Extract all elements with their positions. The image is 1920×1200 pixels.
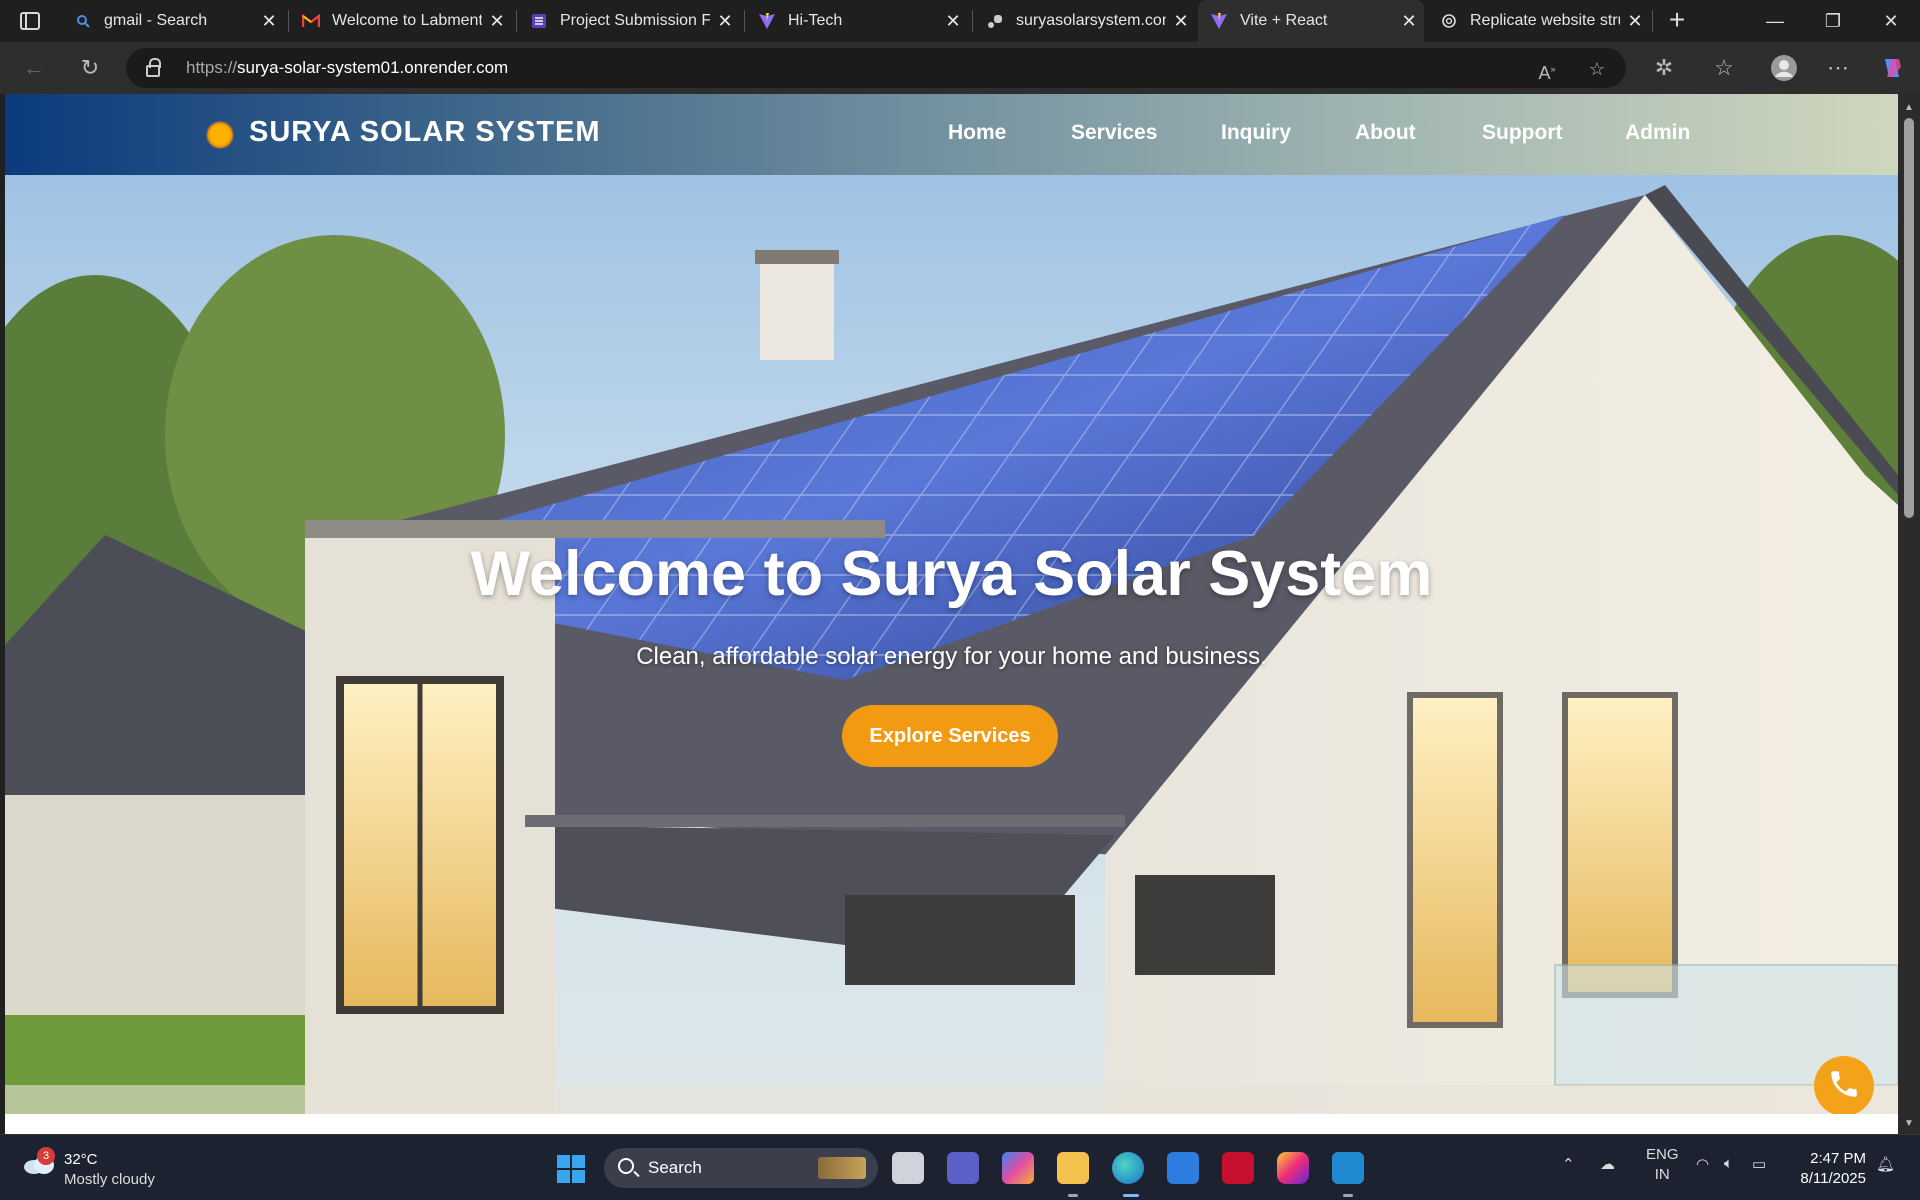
tab-vite-react[interactable]: Vite + React ✕ <box>1198 0 1424 42</box>
tab-title: suryasolarsystem.com <box>1016 12 1166 29</box>
render-icon <box>986 12 1004 30</box>
file-explorer-running-indicator <box>1068 1194 1078 1197</box>
close-icon[interactable]: ✕ <box>1394 11 1424 32</box>
lock-icon[interactable] <box>146 58 161 77</box>
tab-title: Replicate website structure <box>1470 12 1620 29</box>
clock-time: 2:47 PM <box>1810 1150 1866 1167</box>
clock-date: 8/11/2025 <box>1800 1170 1866 1187</box>
tab-title: Vite + React <box>1240 12 1328 29</box>
restore-button[interactable]: ❐ <box>1804 0 1862 42</box>
hero-subtitle: Clean, affordable solar energy for your … <box>636 643 1267 670</box>
nav-about[interactable]: About <box>1355 121 1416 145</box>
close-icon[interactable]: ✕ <box>1166 11 1196 32</box>
language-indicator[interactable]: ENG IN <box>1646 1145 1679 1185</box>
tab-hi-tech[interactable]: Hi-Tech ✕ <box>746 0 968 42</box>
edge-active-indicator <box>1123 1194 1139 1197</box>
gmail-icon <box>302 12 320 30</box>
search-icon <box>618 1158 634 1174</box>
vscode-icon[interactable] <box>1332 1152 1364 1184</box>
back-button[interactable]: ← <box>18 52 50 84</box>
page-bottom-strip <box>5 1114 1898 1134</box>
read-aloud-icon[interactable]: A» <box>1534 56 1560 83</box>
teams-icon[interactable] <box>947 1152 979 1184</box>
store-icon[interactable] <box>1167 1152 1199 1184</box>
brand-name[interactable]: SURYA SOLAR SYSTEM <box>249 116 601 149</box>
hero-title: Welcome to Surya Solar System <box>470 539 1433 609</box>
close-icon[interactable]: ✕ <box>254 11 284 32</box>
copilot-icon[interactable] <box>1876 52 1908 84</box>
tab-actions-icon[interactable] <box>20 12 40 30</box>
forms-icon <box>530 12 548 30</box>
explore-services-button[interactable]: Explore Services <box>842 705 1058 767</box>
instagram-icon[interactable] <box>1277 1152 1309 1184</box>
nav-home[interactable]: Home <box>948 121 1006 145</box>
taskbar-search[interactable]: Search <box>604 1148 878 1188</box>
search-highlight-icon <box>818 1157 866 1179</box>
battery-icon[interactable]: ▭ <box>1752 1155 1766 1173</box>
favorite-star-icon[interactable]: ☆ <box>1584 56 1610 82</box>
mcafee-icon[interactable] <box>1222 1152 1254 1184</box>
tab-title: Hi-Tech <box>788 12 843 29</box>
weather-temperature: 32°C <box>64 1151 98 1168</box>
tab-suryasolarsystem[interactable]: suryasolarsystem.com ✕ <box>974 0 1196 42</box>
close-icon[interactable]: ✕ <box>938 11 968 32</box>
weather-alert-badge: 3 <box>37 1147 55 1165</box>
minimize-button[interactable]: — <box>1746 0 1804 42</box>
close-icon[interactable]: ✕ <box>710 11 740 32</box>
close-window-button[interactable]: ✕ <box>1862 0 1920 42</box>
sun-logo-icon <box>206 121 234 149</box>
tab-project-submission[interactable]: Project Submission Form ✕ <box>518 0 740 42</box>
search-icon <box>74 12 92 30</box>
taskbar-search-label: Search <box>648 1158 702 1177</box>
onedrive-icon[interactable]: ☁ <box>1600 1155 1615 1173</box>
nav-services[interactable]: Services <box>1071 121 1157 145</box>
vite-icon <box>1210 12 1228 30</box>
taskbar-clock[interactable]: 2:47 PM 8/11/2025 <box>1790 1149 1866 1189</box>
vscode-running-indicator <box>1343 1194 1353 1197</box>
page-viewport: SURYA SOLAR SYSTEM Home Services Inquiry… <box>5 94 1898 1114</box>
tab-replicate-website[interactable]: Replicate website structure ✕ <box>1428 0 1650 42</box>
site-header: SURYA SOLAR SYSTEM Home Services Inquiry… <box>5 94 1898 175</box>
wifi-icon[interactable]: ◠ <box>1696 1155 1709 1173</box>
copilot-app-icon[interactable] <box>1002 1152 1034 1184</box>
browser-tab-strip: gmail - Search ✕ Welcome to Labmentix ✕ … <box>0 0 1920 42</box>
phone-icon <box>1827 1067 1861 1106</box>
tab-title: gmail - Search <box>104 12 208 29</box>
profile-avatar-icon[interactable] <box>1768 52 1800 84</box>
task-view-icon[interactable] <box>892 1152 924 1184</box>
volume-icon[interactable]: 🔈︎ <box>1724 1155 1733 1172</box>
address-bar[interactable]: https://surya-solar-system01.onrender.co… <box>126 48 1626 88</box>
close-icon[interactable]: ✕ <box>1620 11 1650 32</box>
tab-labmentix[interactable]: Welcome to Labmentix ✕ <box>290 0 512 42</box>
hero-section: Welcome to Surya Solar System Clean, aff… <box>5 175 1898 1114</box>
close-icon[interactable]: ✕ <box>482 11 512 32</box>
file-explorer-icon[interactable] <box>1057 1152 1089 1184</box>
page-scrollbar[interactable]: ▲ ▼ <box>1898 94 1920 1134</box>
scrollbar-thumb[interactable] <box>1904 118 1914 518</box>
more-options-icon[interactable]: ⋯ <box>1822 52 1854 84</box>
extensions-icon[interactable]: ✲ <box>1648 52 1680 84</box>
call-button[interactable] <box>1814 1056 1874 1114</box>
tab-title: Welcome to Labmentix <box>332 12 482 29</box>
url-text[interactable]: https://surya-solar-system01.onrender.co… <box>186 58 508 78</box>
new-tab-button[interactable]: + <box>1662 4 1692 38</box>
tab-gmail-search[interactable]: gmail - Search ✕ <box>62 0 284 42</box>
tab-title: Project Submission Form <box>560 12 710 29</box>
nav-inquiry[interactable]: Inquiry <box>1221 121 1291 145</box>
vite-icon <box>758 12 776 30</box>
nav-admin[interactable]: Admin <box>1625 121 1690 145</box>
favorites-icon[interactable]: ☆ <box>1708 52 1740 84</box>
nav-support[interactable]: Support <box>1482 121 1562 145</box>
start-button[interactable] <box>557 1155 585 1183</box>
chatgpt-icon <box>1440 12 1458 30</box>
weather-condition: Mostly cloudy <box>64 1171 155 1188</box>
windows-taskbar: 3 32°C Mostly cloudy Search ⌃ ☁ ENG IN ◠ … <box>0 1134 1920 1200</box>
browser-toolbar: ← ↻ https://surya-solar-system01.onrende… <box>0 42 1920 94</box>
notifications-icon[interactable]: 🔔︎ <box>1876 1155 1895 1173</box>
refresh-button[interactable]: ↻ <box>74 52 106 84</box>
show-hidden-icons-icon[interactable]: ⌃ <box>1562 1155 1575 1173</box>
edge-icon[interactable] <box>1112 1152 1144 1184</box>
